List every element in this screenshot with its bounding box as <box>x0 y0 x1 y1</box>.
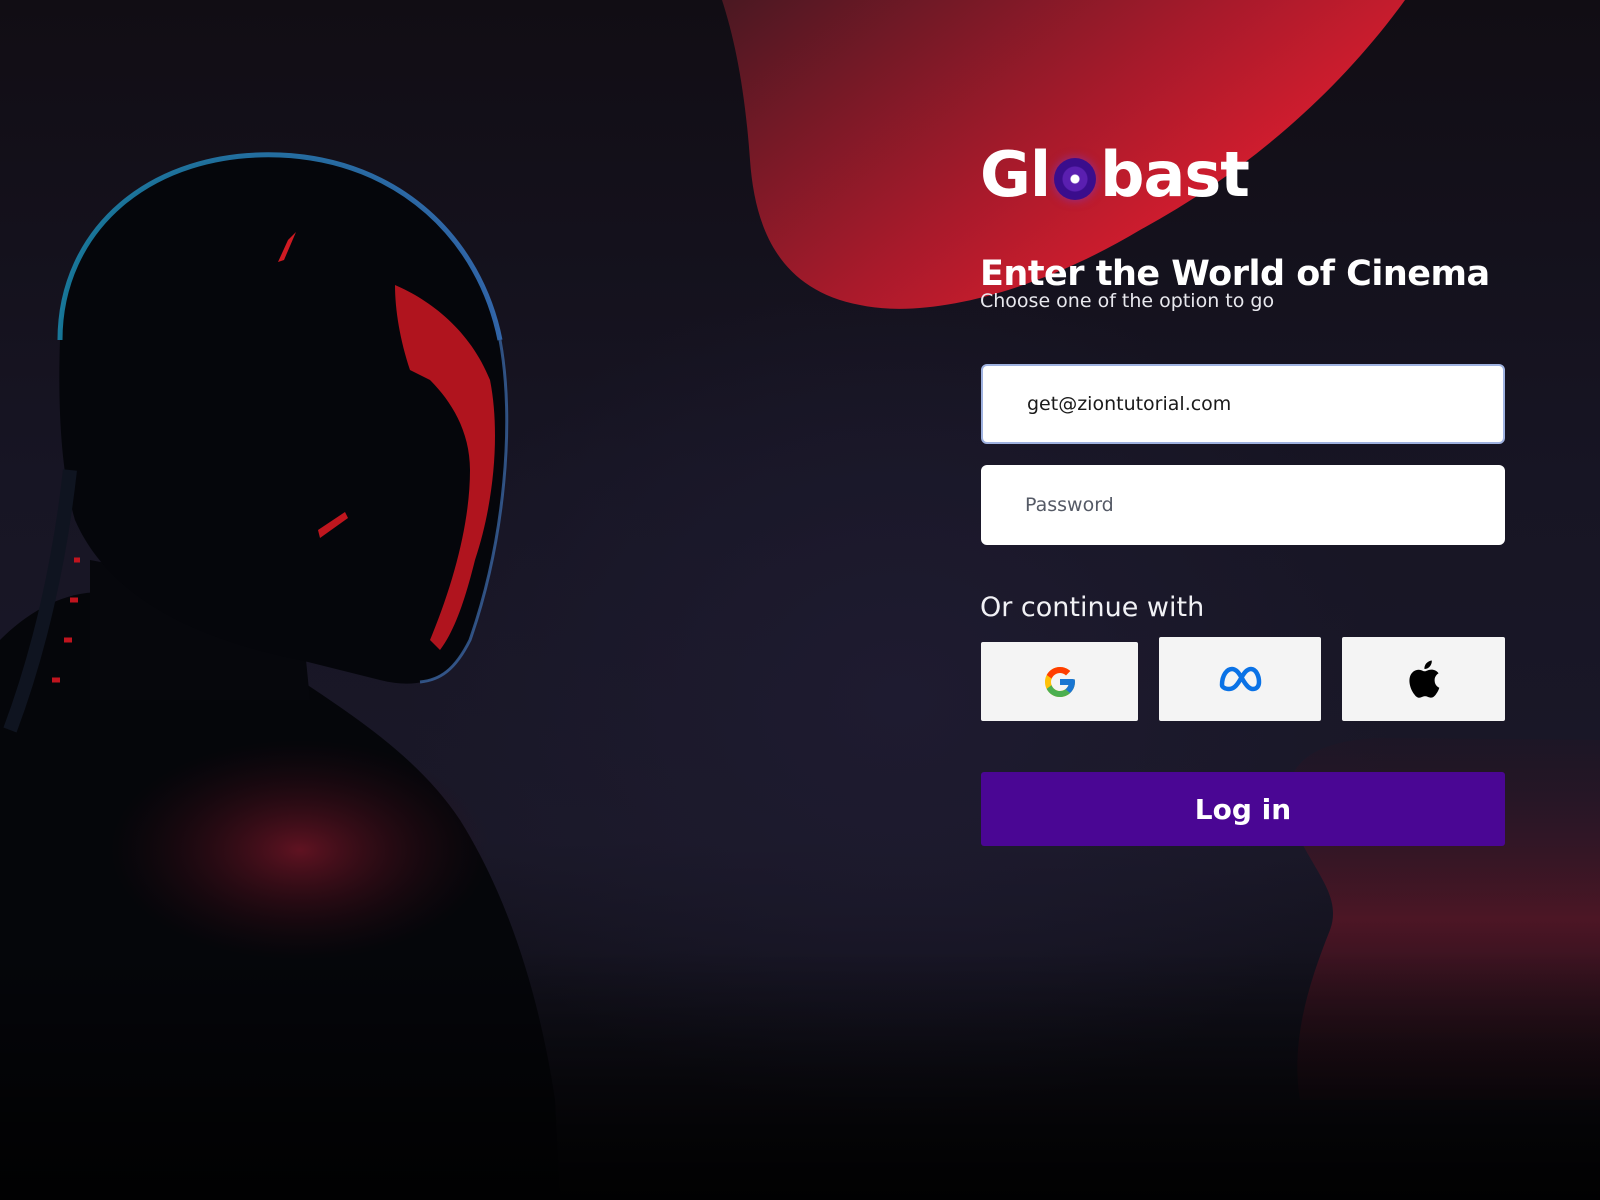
brand-name-left: Gl <box>980 138 1051 211</box>
apple-login-button[interactable] <box>1342 637 1505 721</box>
background-art <box>0 0 1600 1200</box>
login-button[interactable]: Log in <box>981 772 1505 846</box>
page-subtitle: Choose one of the option to go <box>980 290 1275 312</box>
continue-with-label: Or continue with <box>980 592 1205 623</box>
brand-logo: Gl bast <box>980 138 1250 211</box>
password-input[interactable] <box>1023 493 1505 517</box>
email-input[interactable] <box>1025 392 1503 416</box>
login-page: Gl bast Enter the World of Cinema Choose… <box>0 0 1600 1200</box>
google-icon <box>1044 666 1075 697</box>
brand-name-right: bast <box>1100 138 1250 211</box>
password-field[interactable] <box>981 465 1505 545</box>
meta-icon <box>1219 666 1262 692</box>
meta-login-button[interactable] <box>1159 637 1321 721</box>
email-field[interactable] <box>981 364 1505 444</box>
page-title: Enter the World of Cinema <box>980 254 1490 294</box>
apple-icon <box>1408 660 1439 698</box>
purple-disc-icon <box>1054 158 1097 200</box>
google-login-button[interactable] <box>981 642 1138 721</box>
